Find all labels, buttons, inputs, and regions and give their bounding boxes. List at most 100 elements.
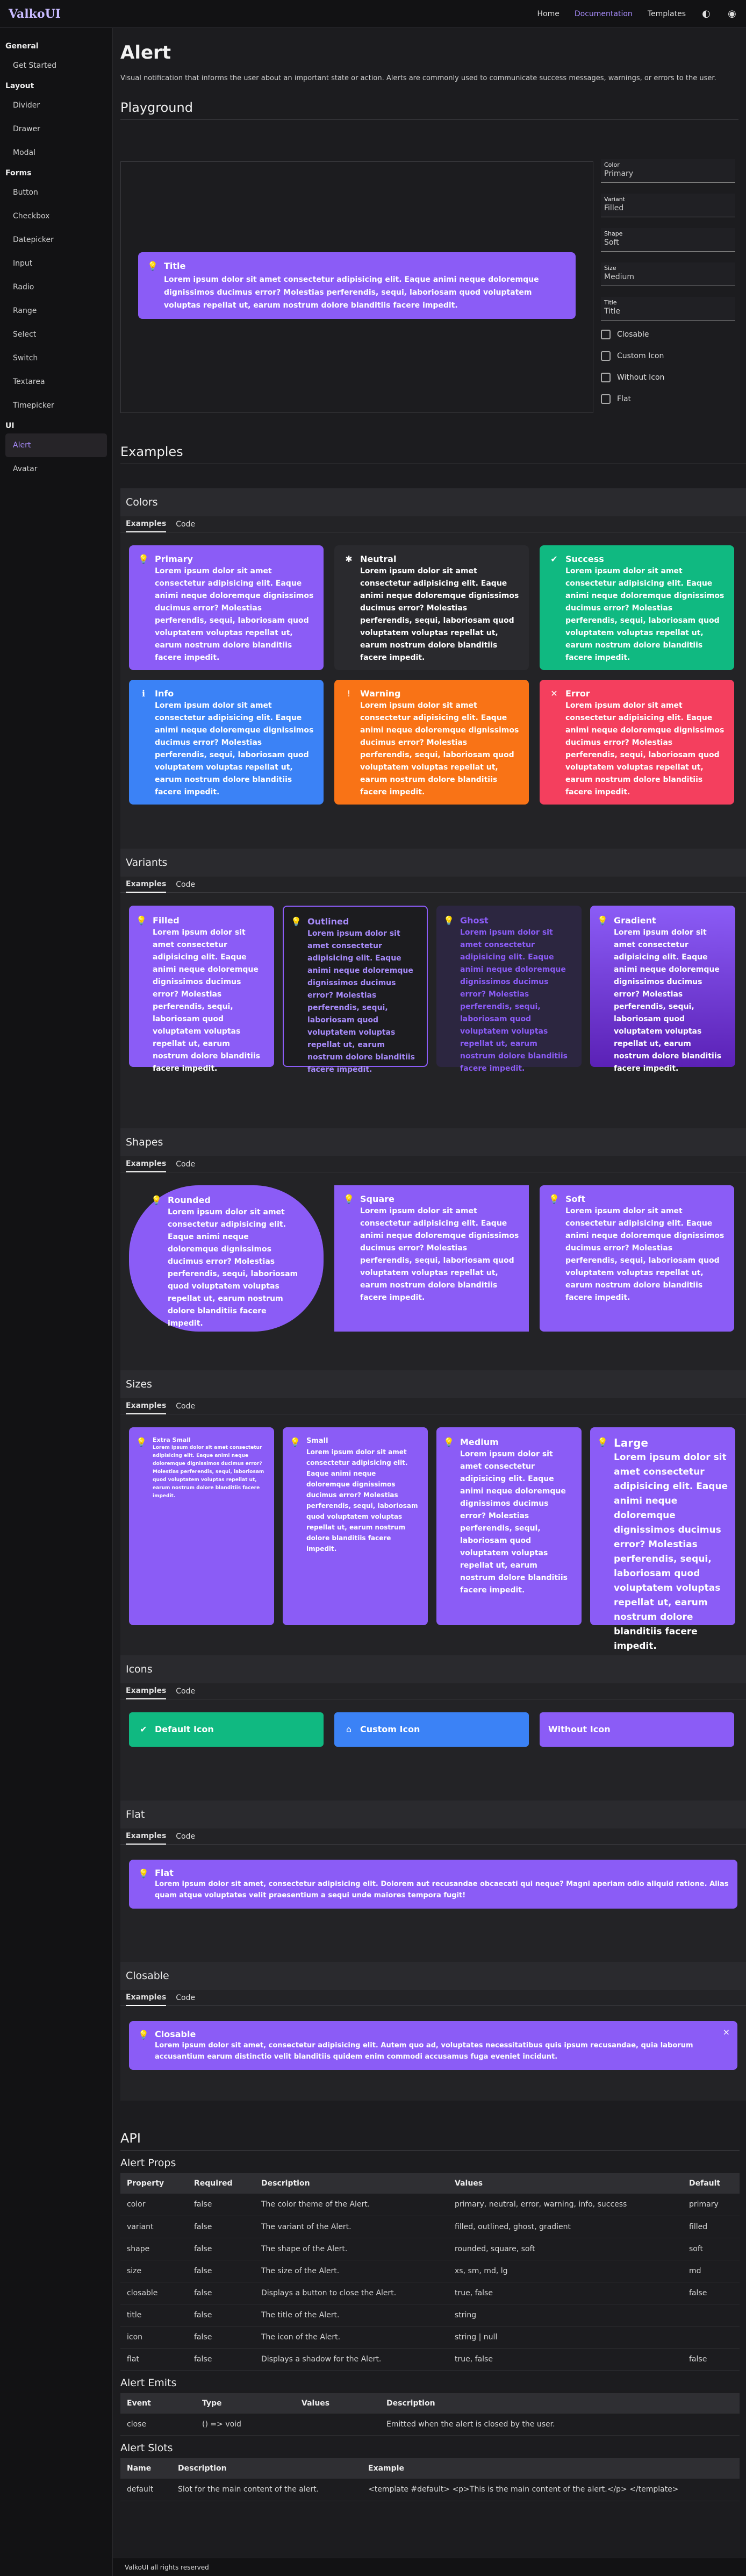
sidebar-item-input[interactable]: Input <box>5 252 107 275</box>
table-cell: variant <box>120 2216 188 2238</box>
colors-example: Colors Examples Code 💡 Primary Lorem ipsum … <box>120 488 746 849</box>
props-col-values: Values <box>448 2173 683 2194</box>
sidebar-item-radio[interactable]: Radio <box>5 275 107 299</box>
nav-documentation[interactable]: Documentation <box>575 10 633 18</box>
tab-code[interactable]: Code <box>176 1829 195 1844</box>
sidebar-item-button[interactable]: Button <box>5 181 107 204</box>
playground-heading: Playground <box>120 100 738 120</box>
page-description: Visual notification that informs the use… <box>120 74 716 82</box>
slots-col-name: Name <box>120 2458 171 2479</box>
table-cell: true, false <box>448 2282 683 2304</box>
brand-logo[interactable]: ValkoUI <box>9 7 61 21</box>
tab-code[interactable]: Code <box>176 1684 195 1699</box>
closable-example: Closable Examples Code 💡 Closable Lorem ip… <box>120 1962 746 2101</box>
sidebar-item-alert[interactable]: Alert <box>5 433 107 457</box>
table-cell: primary <box>683 2194 740 2216</box>
sidebar-item-timepicker[interactable]: Timepicker <box>5 394 107 417</box>
sidebar-item-range[interactable]: Range <box>5 299 107 323</box>
custom-icon-checkbox[interactable]: Custom Icon <box>601 345 740 367</box>
sidebar-item-textarea[interactable]: Textarea <box>5 370 107 394</box>
home-icon: ⌂ <box>346 1724 352 1734</box>
bulb-icon: 💡 <box>136 1437 147 1447</box>
nav-templates[interactable]: Templates <box>648 10 686 18</box>
color-select-value: Primary <box>604 169 634 178</box>
alert-ghost: 💡 Ghost Lorem ipsum dolor sit amet consect… <box>436 906 582 1073</box>
size-select-label: Size <box>604 265 616 272</box>
tab-code[interactable]: Code <box>176 877 195 892</box>
title-input-value: Title <box>604 307 621 316</box>
sidebar-group-forms: Forms <box>5 169 32 177</box>
tab-examples[interactable]: Examples <box>126 877 167 893</box>
table-row: size false The size of the Alert. xs, sm, m… <box>120 2260 740 2282</box>
alert-rounded: 💡 Rounded Lorem ipsum dolor sit amet conse… <box>129 1185 324 1332</box>
tab-examples[interactable]: Examples <box>126 1828 167 1845</box>
without-icon-checkbox[interactable]: Without Icon <box>601 367 740 388</box>
alert-gradient: 💡 Gradient Lorem ipsum dolor sit amet cons… <box>590 906 735 1073</box>
github-icon[interactable]: ◉ <box>727 8 737 19</box>
sidebar-item-get-started[interactable]: Get Started <box>5 54 107 77</box>
alert-primary: 💡 Primary Lorem ipsum dolor sit amet conse… <box>129 545 324 670</box>
emits-heading: Alert Emits <box>120 2376 177 2389</box>
variants-heading: Variants <box>120 849 746 877</box>
bulb-icon: 💡 <box>136 915 147 926</box>
tab-code[interactable]: Code <box>176 1990 195 2005</box>
tab-code[interactable]: Code <box>176 1399 195 1414</box>
color-select-label: Color <box>604 161 620 168</box>
variant-select[interactable]: Variant Filled <box>601 194 735 217</box>
alert-size-large-title: Large <box>614 1436 648 1449</box>
emits-col-description: Description <box>380 2393 740 2414</box>
sidebar-item-avatar[interactable]: Avatar <box>5 457 107 481</box>
alert-size-small: 💡 Small Lorem ipsum dolor sit amet consect… <box>283 1427 428 1625</box>
table-cell: false <box>188 2216 255 2238</box>
flat-checkbox[interactable]: Flat <box>601 388 740 410</box>
playground-controls: Color Primary Variant Filled Shape Soft Siz… <box>601 159 740 410</box>
emits-col-values: Values <box>295 2393 380 2414</box>
tab-examples[interactable]: Examples <box>126 1683 167 1699</box>
table-cell: md <box>683 2260 740 2282</box>
size-select-value: Medium <box>604 273 634 281</box>
warn-icon: ! <box>347 688 351 699</box>
table-cell: shape <box>120 2238 188 2260</box>
tab-code[interactable]: Code <box>176 517 195 532</box>
size-select[interactable]: Size Medium <box>601 262 735 286</box>
alert-soft-text: Lorem ipsum dolor sit amet consectetur a… <box>565 1207 725 1302</box>
sidebar-item-datepicker[interactable]: Datepicker <box>5 228 107 252</box>
variant-select-label: Variant <box>604 196 626 203</box>
alert-without-icon-title: Without Icon <box>548 1724 611 1734</box>
tab-code[interactable]: Code <box>176 1157 195 1172</box>
table-cell: string <box>448 2304 683 2326</box>
alert-default-icon: ✔ Default Icon <box>129 1712 324 1747</box>
nav-home[interactable]: Home <box>537 10 560 18</box>
sidebar-item-modal[interactable]: Modal <box>5 141 107 165</box>
alert-outlined: 💡 Outlined Lorem ipsum dolor sit amet cons… <box>283 906 428 1074</box>
sizes-grid: 💡 Extra Small Lorem ipsum dolor sit amet c… <box>120 1414 746 1652</box>
table-cell: false <box>188 2282 255 2304</box>
colors-grid: 💡 Primary Lorem ipsum dolor sit amet conse… <box>120 532 746 817</box>
shape-select[interactable]: Shape Soft <box>601 228 735 252</box>
table-cell: false <box>188 2304 255 2326</box>
props-col-required: Required <box>188 2173 255 2194</box>
sidebar-item-checkbox[interactable]: Checkbox <box>5 204 107 228</box>
tab-examples[interactable]: Examples <box>126 1990 167 2006</box>
table-cell: () => void <box>196 2413 295 2436</box>
sidebar-item-switch[interactable]: Switch <box>5 346 107 370</box>
alert-size-large: 💡 Large Lorem ipsum dolor sit amet consect… <box>590 1427 735 1652</box>
theme-toggle-icon[interactable]: ◐ <box>701 8 712 19</box>
closable-checkbox[interactable]: Closable <box>601 324 740 345</box>
tab-examples[interactable]: Examples <box>126 1156 167 1172</box>
table-cell: The shape of the Alert. <box>255 2238 448 2260</box>
sidebar-item-divider[interactable]: Divider <box>5 94 107 117</box>
icons-heading: Icons <box>120 1655 746 1683</box>
playground-preview: 💡 Title Lorem ipsum dolor sit amet conse… <box>120 161 593 413</box>
sidebar-item-drawer[interactable]: Drawer <box>5 117 107 141</box>
close-icon[interactable]: × <box>723 2026 730 2038</box>
closable-label: Closable <box>617 330 649 339</box>
tab-examples[interactable]: Examples <box>126 1398 167 1414</box>
bulb-icon: 💡 <box>151 1195 162 1205</box>
color-select[interactable]: Color Primary <box>601 159 735 183</box>
table-cell: color <box>120 2194 188 2216</box>
title-input[interactable]: Title Title <box>601 297 735 321</box>
tab-examples[interactable]: Examples <box>126 516 167 532</box>
sidebar-item-select[interactable]: Select <box>5 323 107 346</box>
alert-without-icon: Without Icon <box>540 1712 734 1747</box>
